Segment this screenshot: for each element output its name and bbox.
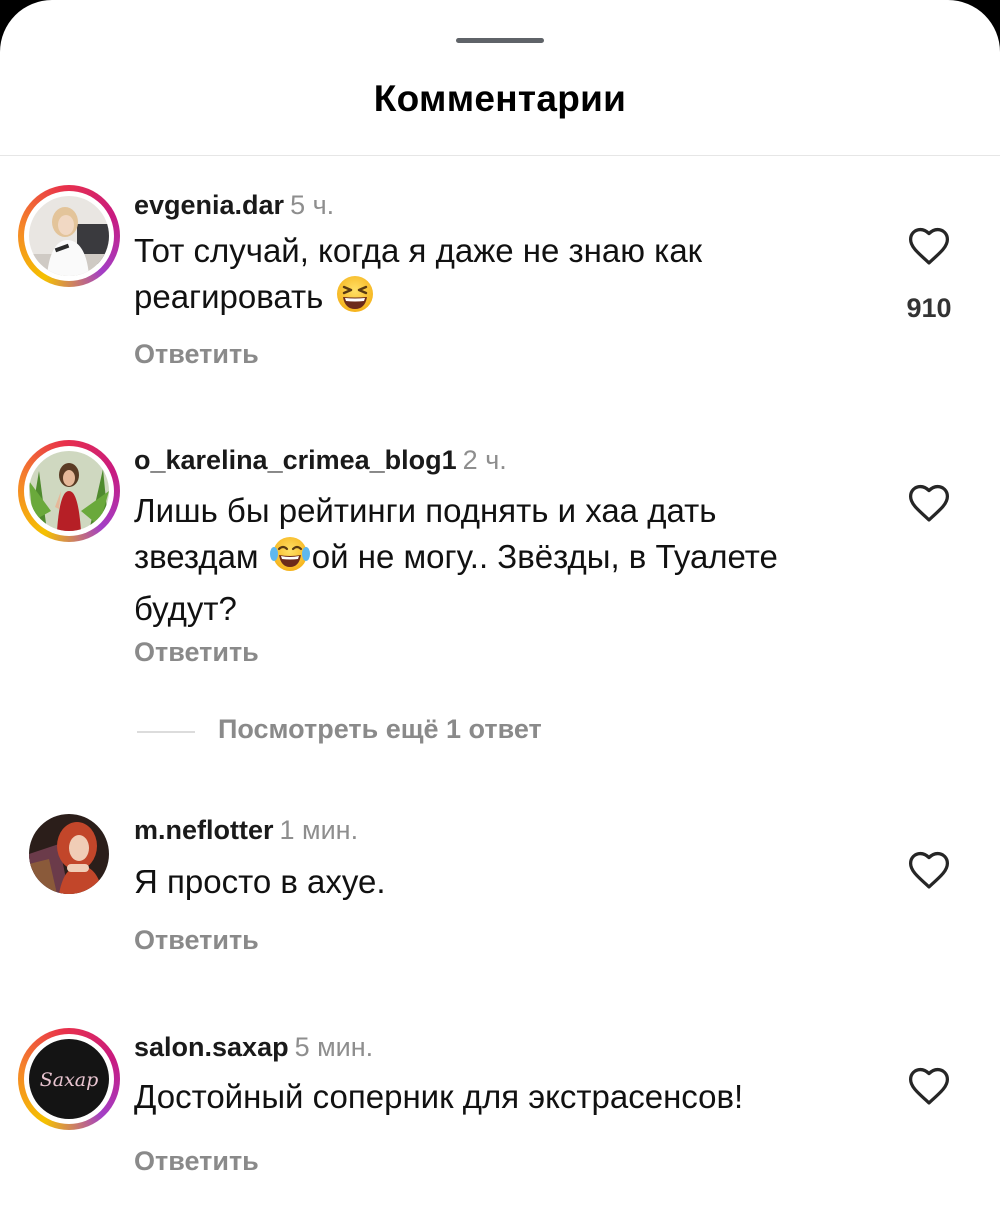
- avatar[interactable]: [18, 185, 120, 287]
- comment-text-body: Я просто в ахуе.: [134, 863, 386, 900]
- comment-username[interactable]: m.neflotter: [134, 815, 274, 845]
- avatar[interactable]: Saxap: [18, 1028, 120, 1130]
- comments-sheet: Комментарии evgenia.dar 5 ч. Тот случай, …: [0, 0, 1000, 1225]
- avatar[interactable]: [18, 440, 120, 542]
- avatar-photo: [29, 814, 109, 894]
- sheet-title: Комментарии: [373, 78, 627, 119]
- comment-username[interactable]: salon.saxap: [134, 1032, 289, 1062]
- heart-outline-icon[interactable]: [906, 848, 952, 894]
- comment-text: Лишь бы рейтинги поднять и хаа дать звез…: [134, 488, 824, 632]
- avatar-logo-text: Saxap: [40, 1069, 99, 1091]
- header-divider: [0, 155, 1000, 156]
- comment-username[interactable]: o_karelina_crimea_blog1: [134, 445, 457, 475]
- comment-meta: o_karelina_crimea_blog1 2 ч.: [134, 445, 507, 476]
- heart-outline-icon[interactable]: [906, 224, 952, 270]
- reply-button[interactable]: Ответить: [134, 1146, 259, 1177]
- grinning-squinting-face-icon: [335, 274, 375, 326]
- avatar-photo: [29, 451, 109, 531]
- comment-text: Тот случай, когда я даже не знаю как реа…: [134, 228, 794, 326]
- face-with-tears-of-joy-icon: [269, 534, 310, 586]
- comment-text: Достойный соперник для экстрасенсов!: [134, 1074, 854, 1120]
- avatar-photo: [29, 196, 109, 276]
- reply-button[interactable]: Ответить: [134, 339, 259, 370]
- comment-time: 1 мин.: [279, 815, 359, 845]
- view-more-replies-button[interactable]: Посмотреть ещё 1 ответ: [218, 714, 542, 745]
- reply-button[interactable]: Ответить: [134, 925, 259, 956]
- sheet-grabber[interactable]: [456, 38, 544, 43]
- comment-text-body: Тот случай, когда я даже не знаю как реа…: [134, 232, 703, 315]
- comment-meta: evgenia.dar 5 ч.: [134, 190, 334, 221]
- comment-time: 5 мин.: [294, 1032, 374, 1062]
- comment-meta: m.neflotter 1 мин.: [134, 815, 358, 846]
- comment-username[interactable]: evgenia.dar: [134, 190, 284, 220]
- comment-meta: salon.saxap 5 мин.: [134, 1032, 373, 1063]
- view-replies-line: [137, 731, 195, 733]
- avatar[interactable]: [18, 803, 120, 905]
- comment-time: 5 ч.: [290, 190, 335, 220]
- heart-outline-icon[interactable]: [906, 1064, 952, 1110]
- avatar-photo: Saxap: [29, 1039, 109, 1119]
- like-count[interactable]: 910: [898, 293, 960, 324]
- comment-time: 2 ч.: [462, 445, 507, 475]
- reply-button[interactable]: Ответить: [134, 637, 259, 668]
- heart-outline-icon[interactable]: [906, 481, 952, 527]
- comment-text: Я просто в ахуе.: [134, 859, 814, 905]
- comment-text-body: Достойный соперник для экстрасенсов!: [134, 1078, 744, 1115]
